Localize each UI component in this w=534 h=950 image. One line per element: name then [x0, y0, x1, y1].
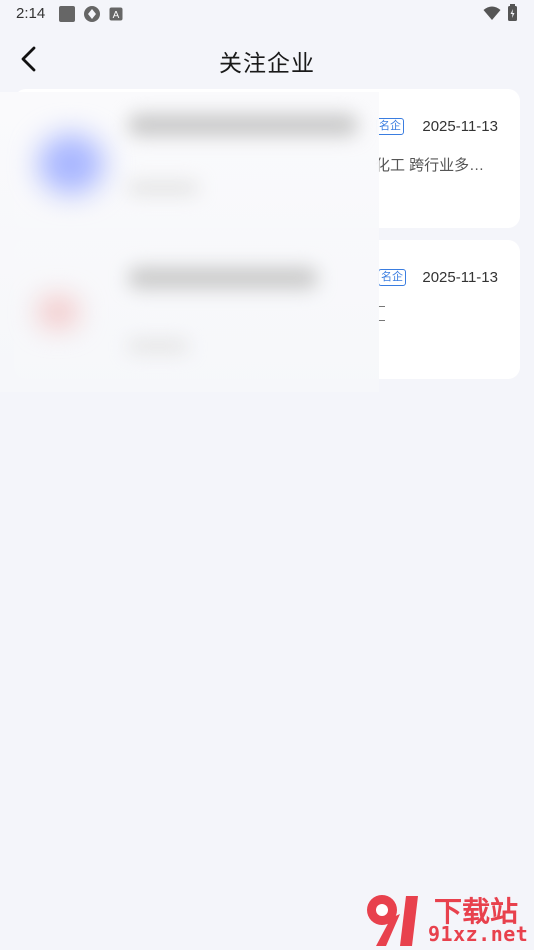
keyboard-notification-icon: A: [109, 7, 123, 21]
industry-tag-fragment: [378, 306, 385, 307]
app-header: 关注企业: [0, 36, 534, 82]
company-logo-blurred: [38, 134, 104, 194]
famous-company-badge: 名企: [378, 269, 406, 286]
sync-icon: [84, 6, 100, 22]
company-name-blurred: [128, 267, 318, 289]
industry-tag-fragment: [378, 320, 385, 321]
company-info-blurred: [128, 182, 198, 194]
svg-text:A: A: [113, 10, 120, 21]
watermark-logo-icon: [367, 895, 418, 946]
follow-date: 2025-11-13: [422, 269, 498, 286]
app-notification-icon: [59, 6, 75, 22]
follow-date: 2025-11-13: [422, 118, 498, 135]
privacy-blur-overlay: [0, 92, 379, 392]
watermark-brand-url: 91xz.net: [428, 922, 529, 946]
battery-icon: [508, 4, 517, 21]
famous-company-badge: 名企: [376, 118, 404, 135]
site-watermark: 下载站 91xz.net: [362, 888, 534, 950]
status-bar: 2:14 A: [0, 0, 534, 28]
company-logo-blurred: [38, 297, 78, 327]
wifi-icon: [483, 6, 501, 20]
page-title: 关注企业: [219, 50, 315, 76]
company-name-blurred: [128, 114, 358, 136]
status-time: 2:14: [16, 5, 46, 22]
company-info-blurred: [128, 340, 188, 352]
industry-tags: 化工 跨行业多…: [375, 157, 485, 174]
